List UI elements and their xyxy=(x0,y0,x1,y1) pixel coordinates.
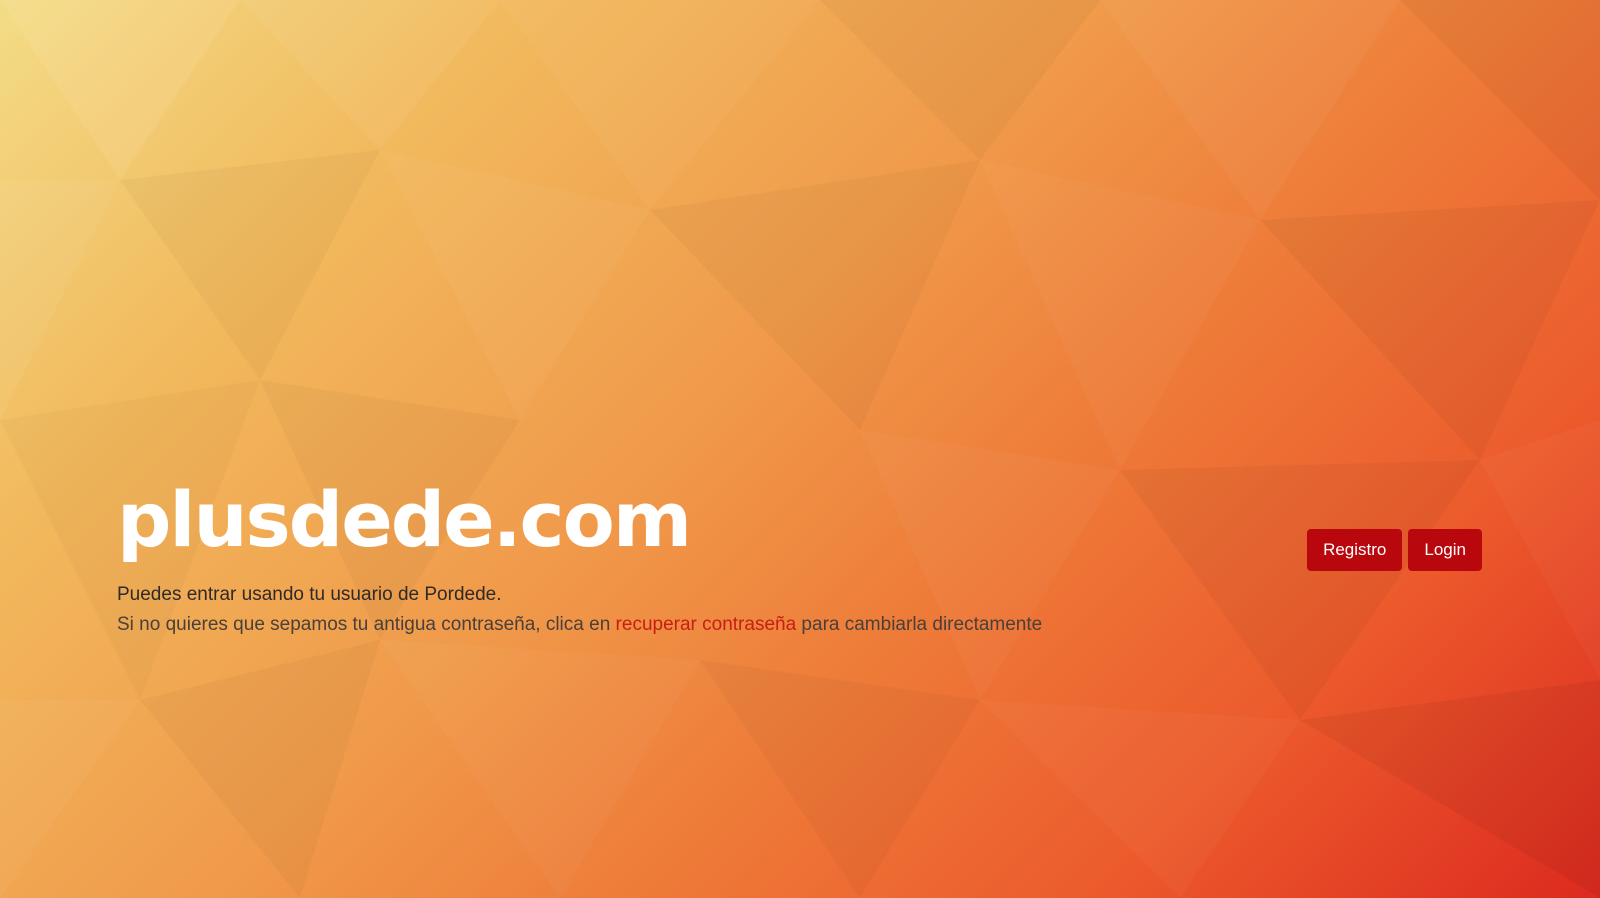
hint-text-before: Si no quieres que sepamos tu antigua con… xyxy=(117,614,616,635)
register-button[interactable]: Registro xyxy=(1307,529,1403,571)
low-poly-background xyxy=(0,0,1600,898)
auth-actions: Registro Login xyxy=(1307,529,1482,571)
intro-text: Puedes entrar usando tu usuario de Porde… xyxy=(117,584,502,605)
hint-text-after: para cambiarla directamente xyxy=(796,614,1043,635)
hero-section: plusdede.com Puedes entrar usando tu usu… xyxy=(117,478,1077,638)
site-title: plusdede.com xyxy=(117,475,692,564)
password-hint-text: Si no quieres que sepamos tu antigua con… xyxy=(117,612,1077,638)
recover-password-link[interactable]: recuperar contraseña xyxy=(616,614,797,635)
login-button[interactable]: Login xyxy=(1408,529,1482,571)
